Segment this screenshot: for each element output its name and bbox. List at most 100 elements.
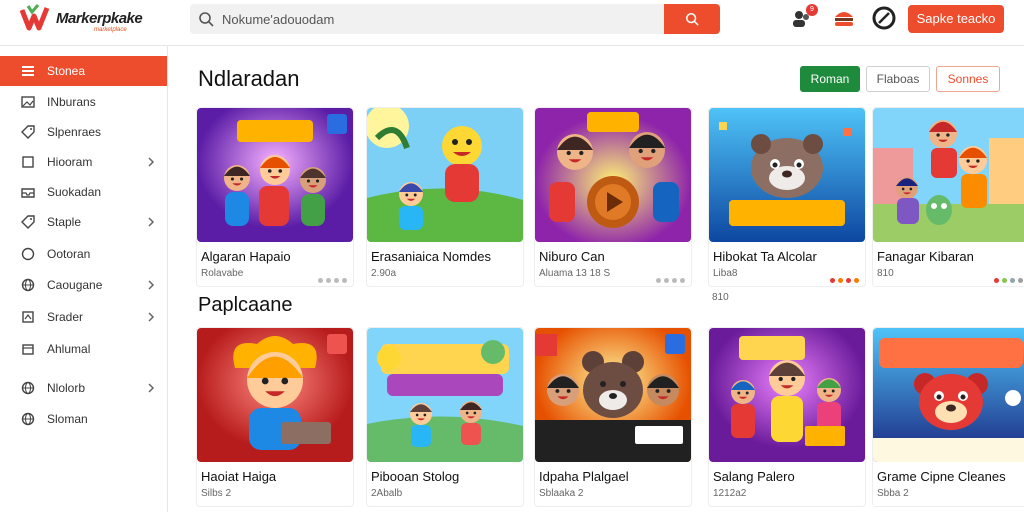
- color-dot[interactable]: [838, 278, 843, 283]
- product-card[interactable]: Salang Palero 1212a2: [708, 327, 866, 507]
- color-options: [315, 270, 347, 286]
- sidebar-item-label: INburans: [47, 95, 96, 109]
- logo-text: Markerpkake: [56, 10, 143, 27]
- chevron-right-icon: [148, 312, 155, 322]
- product-subtitle: Sblaaka 2: [539, 488, 584, 499]
- product-card[interactable]: Pibooan Stolog 2Abalb: [366, 327, 524, 507]
- color-dot[interactable]: [1002, 278, 1007, 283]
- burger-icon: [835, 12, 853, 26]
- product-title: Hibokat Ta Alcolar: [713, 249, 817, 264]
- sidebar-item-inburans[interactable]: INburans: [0, 87, 167, 117]
- chevron-right-icon: [148, 157, 155, 167]
- globe-icon: [21, 381, 35, 395]
- product-subtitle: 1212a2: [713, 488, 747, 499]
- section-title: Paplcaane: [198, 294, 293, 316]
- product-thumbnail: [873, 108, 1024, 242]
- color-options: [991, 270, 1023, 286]
- sidebar-item-ahlumal[interactable]: Ahlumal: [0, 334, 167, 364]
- color-dot[interactable]: [994, 278, 999, 283]
- logo-subtext: marketplace: [94, 27, 127, 33]
- color-dot[interactable]: [342, 278, 347, 283]
- tag-icon: [21, 125, 35, 139]
- product-card[interactable]: Fanagar Kibaran 810: [872, 107, 1024, 287]
- product-title: Fanagar Kibaran: [877, 249, 974, 264]
- product-card[interactable]: Erasaniaica Nomdes 2.90a: [366, 107, 524, 287]
- profile-button[interactable]: [832, 6, 856, 30]
- color-dot[interactable]: [854, 278, 859, 283]
- product-subtitle: Aluama 13 18 S: [539, 268, 611, 279]
- product-title: Niburo Can: [539, 249, 605, 264]
- sidebar-item-sloman[interactable]: Sloman: [0, 404, 167, 434]
- sidebar-item-hiooram[interactable]: Hiooram: [0, 147, 167, 177]
- product-thumbnail: [367, 328, 523, 462]
- color-dot[interactable]: [1018, 278, 1023, 283]
- product-title: Erasaniaica Nomdes: [371, 249, 491, 264]
- sidebar-item-caougane[interactable]: Caougane: [0, 270, 167, 300]
- header-cta-button[interactable]: Sapke teacko: [908, 5, 1004, 33]
- color-dot[interactable]: [664, 278, 669, 283]
- logo[interactable]: Markerpkake marketplace: [20, 4, 143, 34]
- product-thumbnail: [873, 328, 1024, 462]
- sidebar-item-label: Ootoran: [47, 247, 91, 261]
- color-dot[interactable]: [656, 278, 661, 283]
- product-title: Salang Palero: [713, 469, 795, 484]
- product-subtitle: Liba8: [713, 268, 738, 279]
- color-dot[interactable]: [318, 278, 323, 283]
- product-subtitle: Sbba 2: [877, 488, 909, 499]
- search-icon: [199, 12, 214, 27]
- sidebar-item-label: Slpenraes: [47, 125, 102, 139]
- product-thumbnail: [709, 328, 865, 462]
- sidebar-item-label: Suokadan: [47, 185, 102, 199]
- color-dot[interactable]: [1010, 278, 1015, 283]
- sidebar-item-slpenraes[interactable]: Slpenraes: [0, 117, 167, 147]
- search-button[interactable]: [664, 4, 720, 34]
- color-options: [827, 270, 859, 286]
- sidebar-item-label: Stonea: [47, 64, 86, 78]
- sidebar-item-ootoran[interactable]: Ootoran: [0, 239, 167, 269]
- color-dot[interactable]: [830, 278, 835, 283]
- product-card[interactable]: Grame Cipne Cleanes Sbba 2: [872, 327, 1024, 507]
- sidebar-item-staple[interactable]: Staple: [0, 207, 167, 237]
- product-title: Pibooan Stolog: [371, 469, 460, 484]
- product-thumbnail: [197, 328, 353, 462]
- chevron-right-icon: [148, 280, 155, 290]
- product-meta: 810: [712, 292, 729, 303]
- product-thumbnail: [197, 108, 353, 242]
- product-title: Idpaha Plalgael: [539, 469, 629, 484]
- image-icon: [21, 95, 35, 109]
- section-title: Ndlaradan: [198, 66, 300, 91]
- product-card[interactable]: Hibokat Ta Alcolar Liba8: [708, 107, 866, 287]
- chevron-right-icon: [148, 383, 155, 393]
- filter-chip-flaboas[interactable]: Flaboas: [866, 66, 930, 92]
- sidebar-item-label: Ahlumal: [47, 342, 91, 356]
- crop-icon: [21, 310, 35, 324]
- sidebar-item-stonea[interactable]: Stonea: [0, 56, 167, 86]
- notifications-button[interactable]: 9: [790, 4, 818, 30]
- product-card[interactable]: Algaran Hapaio Rolavabe: [196, 107, 354, 287]
- color-dot[interactable]: [672, 278, 677, 283]
- color-dot[interactable]: [680, 278, 685, 283]
- search-input[interactable]: [222, 10, 642, 28]
- sidebar-item-label: Hiooram: [47, 155, 93, 169]
- product-title: Grame Cipne Cleanes: [877, 469, 1006, 484]
- color-dot[interactable]: [334, 278, 339, 283]
- product-title: Algaran Hapaio: [201, 249, 291, 264]
- sidebar-item-srader[interactable]: Srader: [0, 302, 167, 332]
- product-subtitle: Rolavabe: [201, 268, 244, 279]
- globe-icon: [21, 412, 35, 426]
- product-card[interactable]: Niburo Can Aluama 13 18 S: [534, 107, 692, 287]
- sidebar-item-suokadan[interactable]: Suokadan: [0, 177, 167, 207]
- sidebar-item-label: Sloman: [47, 412, 88, 426]
- sidebar: Stonea INburans Slpenraes Hiooram Suokadan St…: [0, 46, 168, 512]
- color-dot[interactable]: [846, 278, 851, 283]
- sidebar-item-nlolorb[interactable]: Nlolorb: [0, 373, 167, 403]
- product-card[interactable]: Idpaha Plalgael Sblaaka 2: [534, 327, 692, 507]
- notification-badge: 9: [806, 4, 818, 16]
- product-card[interactable]: Haoiat Haiga Silbs 2: [196, 327, 354, 507]
- filter-chip-roman[interactable]: Roman: [800, 66, 860, 92]
- filter-chip-sonnes[interactable]: Sonnes: [936, 66, 1000, 92]
- color-dot[interactable]: [326, 278, 331, 283]
- product-thumbnail: [535, 328, 691, 462]
- product-subtitle: Silbs 2: [201, 488, 232, 499]
- settings-button[interactable]: [872, 6, 896, 30]
